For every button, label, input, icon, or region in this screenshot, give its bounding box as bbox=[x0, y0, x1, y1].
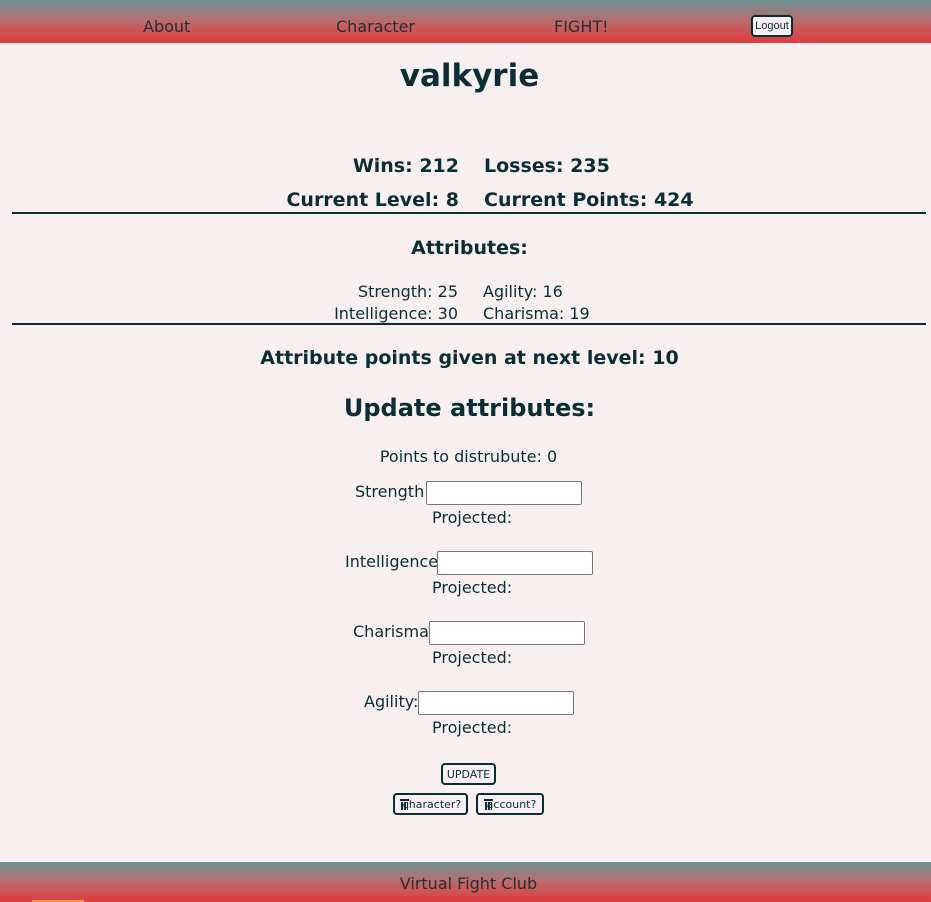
charisma-input[interactable] bbox=[429, 621, 585, 645]
footer-bar: Virtual Fight Club bbox=[0, 862, 931, 902]
delete-account-button[interactable]: account? bbox=[476, 793, 544, 815]
charisma-field-label: Charisma: bbox=[353, 622, 435, 641]
divider bbox=[12, 212, 926, 214]
strength-projected-text: Projected: bbox=[432, 508, 513, 527]
nav-about-link[interactable]: About bbox=[143, 17, 190, 36]
agility-attribute: Agility: 16 bbox=[483, 282, 563, 301]
nav-character-link[interactable]: Character bbox=[336, 17, 415, 36]
update-button[interactable]: UPDATE bbox=[441, 763, 496, 785]
intelligence-attribute: Intelligence: 30 bbox=[334, 304, 458, 323]
intelligence-field-label: Intelligence: bbox=[345, 552, 444, 571]
nav-fight-link[interactable]: FIGHT! bbox=[554, 17, 609, 36]
delete-account-label: account? bbox=[486, 797, 537, 811]
attributes-heading: Attributes: bbox=[411, 237, 528, 259]
intelligence-input[interactable] bbox=[437, 551, 593, 575]
character-name-title: valkyrie bbox=[399, 58, 540, 94]
agility-projected-text: Projected: bbox=[432, 718, 513, 737]
current-level-stat: Current Level: 8 bbox=[286, 189, 459, 211]
top-nav-bar: About Character FIGHT! Logout bbox=[0, 0, 931, 43]
losses-stat: Losses: 235 bbox=[484, 155, 610, 177]
intelligence-projected-text: Projected: bbox=[432, 578, 513, 597]
update-attributes-heading: Update attributes: bbox=[343, 394, 596, 422]
next-level-points-text: Attribute points given at next level: 10 bbox=[260, 347, 679, 369]
delete-character-label: character? bbox=[402, 797, 462, 811]
wins-stat: Wins: 212 bbox=[352, 155, 459, 177]
strength-input[interactable] bbox=[426, 481, 582, 505]
strength-attribute: Strength: 25 bbox=[357, 282, 458, 301]
agility-input[interactable] bbox=[418, 691, 574, 715]
divider bbox=[12, 323, 926, 325]
strength-field-label: Strength: bbox=[355, 482, 430, 501]
points-to-distribute-text: Points to distrubute: 0 bbox=[379, 447, 558, 466]
charisma-attribute: Charisma: 19 bbox=[483, 304, 590, 323]
delete-character-button[interactable]: character? bbox=[393, 793, 468, 815]
charisma-projected-text: Projected: bbox=[432, 648, 513, 667]
agility-field-label: Agility: bbox=[364, 692, 419, 711]
current-points-stat: Current Points: 424 bbox=[484, 189, 694, 211]
footer-title: Virtual Fight Club bbox=[399, 874, 538, 893]
logout-button[interactable]: Logout bbox=[751, 15, 793, 37]
